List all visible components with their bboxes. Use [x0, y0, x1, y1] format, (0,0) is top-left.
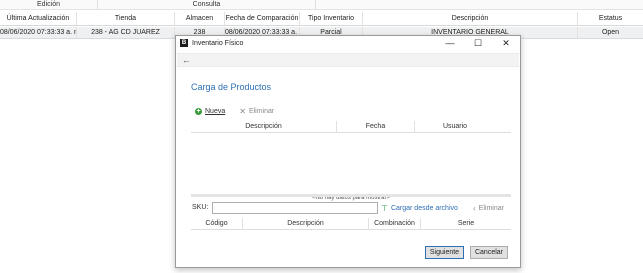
- col-almacen[interactable]: Almacen: [175, 12, 225, 25]
- table-header: Última Actualización Tienda Almacen Fech…: [0, 12, 643, 26]
- delete-icon: ✕: [239, 107, 246, 116]
- col-tienda[interactable]: Tienda: [77, 12, 175, 25]
- col-usuario[interactable]: Usuario: [415, 121, 495, 133]
- dialog-title: Inventario Físico: [192, 39, 244, 47]
- minimize-icon[interactable]: —: [436, 36, 464, 50]
- dialog-titlebar[interactable]: B Inventario Físico — ☐ ✕: [176, 36, 520, 50]
- cell-tienda: 238 - AG CD JUAREZ: [77, 27, 175, 38]
- sku-input[interactable]: [212, 202, 378, 214]
- col-fecha-comparacion[interactable]: Fecha de Comparación: [225, 12, 300, 25]
- col-descripcion[interactable]: Descripción: [191, 121, 337, 133]
- col-descripcion-item[interactable]: Descripción: [243, 218, 369, 230]
- new-button-label: Nueva: [205, 108, 226, 115]
- col-tipo-inventario[interactable]: Tipo Inventario: [300, 12, 363, 25]
- items-grid-header: Código Descripción Combinación Serie: [191, 218, 511, 230]
- close-icon[interactable]: ✕: [492, 36, 520, 50]
- col-combinacion[interactable]: Combinación: [369, 218, 421, 230]
- delete-button[interactable]: ✕ Eliminar: [239, 107, 274, 116]
- products-grid-header: Descripción Fecha Usuario: [191, 121, 511, 133]
- sku-label: SKU:: [192, 204, 209, 211]
- delete-sku-button[interactable]: ‹ Eliminar: [473, 204, 504, 213]
- sku-row: SKU: ⊤ Cargar desde archivo ‹ Eliminar: [191, 202, 511, 214]
- top-menu-bar: Edición Consulta: [0, 0, 643, 10]
- col-descripcion[interactable]: Descripción: [363, 12, 578, 25]
- new-button[interactable]: + Nueva: [195, 108, 225, 115]
- col-serie[interactable]: Serie: [421, 218, 511, 230]
- col-codigo[interactable]: Código: [191, 218, 243, 230]
- maximize-icon[interactable]: ☐: [464, 36, 492, 50]
- inventario-dialog: B Inventario Físico — ☐ ✕ ← Carga de Pro…: [175, 35, 521, 268]
- load-from-file-label: Cargar desde archivo: [390, 205, 458, 212]
- tab-consulta[interactable]: Consulta: [98, 0, 316, 10]
- add-icon: +: [195, 108, 202, 115]
- left-arrow-icon: ‹: [473, 204, 476, 213]
- back-arrow-icon[interactable]: ←: [182, 54, 191, 67]
- col-fecha[interactable]: Fecha: [337, 121, 415, 133]
- grid-toolbar: + Nueva ✕ Eliminar: [195, 107, 288, 116]
- cell-estatus: Open: [601, 29, 620, 36]
- cancel-button[interactable]: Cancelar: [470, 246, 508, 259]
- app-logo-icon: B: [180, 39, 188, 47]
- page-title: Carga de Productos: [191, 82, 272, 92]
- col-ultima-actualizacion[interactable]: Última Actualización: [0, 12, 77, 25]
- nav-bar: ←: [177, 53, 519, 67]
- cell-ultima-actualizacion: 08/06/2020 07:33:33 a. m.: [0, 27, 77, 38]
- load-from-file-button[interactable]: ⊤ Cargar desde archivo: [381, 204, 458, 213]
- delete-sku-label: Eliminar: [478, 205, 504, 212]
- col-estatus[interactable]: Estatus: [578, 12, 643, 25]
- next-button[interactable]: Siguiente: [425, 246, 464, 259]
- delete-button-label: Eliminar: [248, 108, 275, 115]
- filter-icon: ⊤: [381, 204, 388, 213]
- tab-edicion[interactable]: Edición: [0, 0, 98, 10]
- horizontal-scrollbar[interactable]: [191, 194, 511, 197]
